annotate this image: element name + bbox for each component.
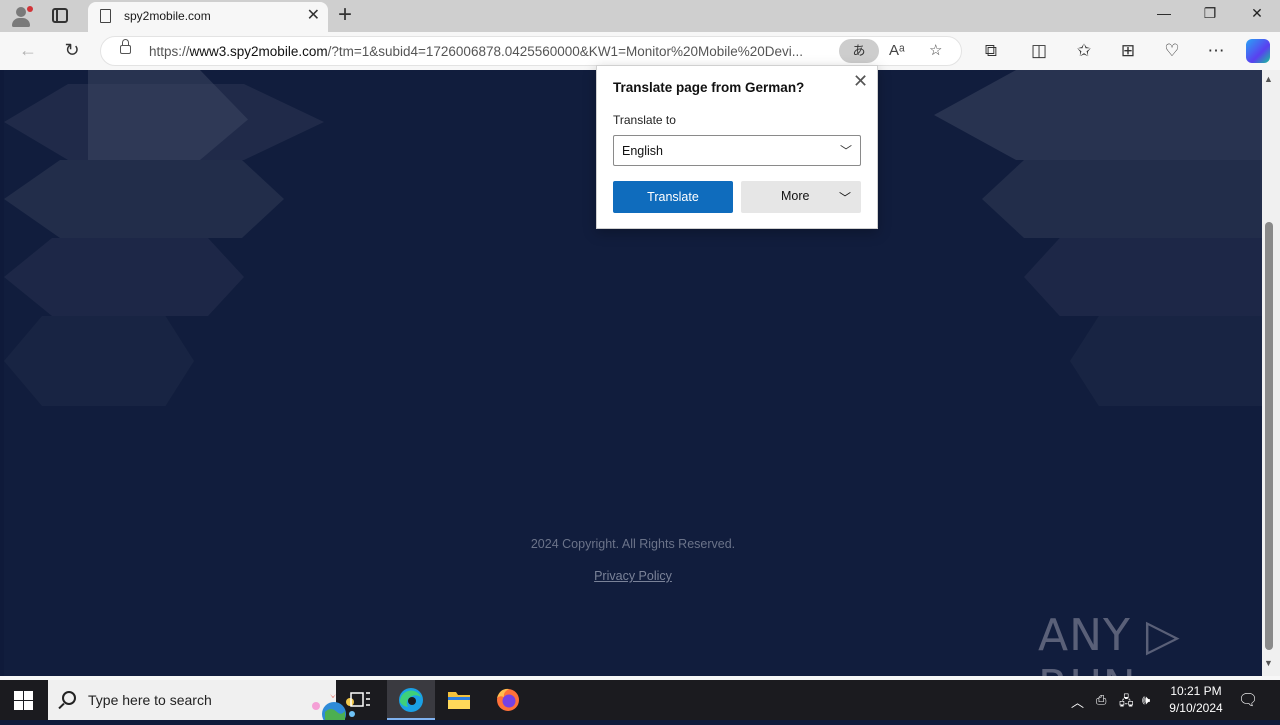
edge-icon[interactable] [387,680,435,720]
background-shape [934,70,1262,160]
minimize-button[interactable]: — [1141,5,1187,21]
anyrun-watermark: ANY ▷ RUN [1038,610,1181,676]
tab-close-icon[interactable]: ✕ [307,7,320,25]
clock[interactable]: 10:21 PM 9/10/2024 [1160,683,1232,717]
firefox-icon[interactable] [484,680,532,720]
clock-date: 9/10/2024 [1169,701,1223,715]
task-view-icon[interactable] [336,680,384,720]
language-select[interactable]: English ﹀ [613,135,861,166]
tab-title: spy2mobile.com [124,9,211,23]
clock-time: 10:21 PM [1170,684,1222,698]
more-icon[interactable]: ⋯ [1203,41,1229,61]
popup-title: Translate page from German? [613,80,805,95]
scroll-thumb[interactable] [1265,222,1273,650]
windows-start-icon[interactable] [14,691,33,710]
copyright-text: 2024 Copyright. All Rights Reserved. [530,537,736,551]
favorites-icon[interactable]: ✩ [1071,41,1097,61]
meet-now-icon[interactable]: ⎙ [1096,692,1106,708]
search-icon [62,691,76,705]
translate-to-label: Translate to [613,113,676,127]
more-button-label: More [781,189,810,203]
taskbar: Type here to search ︿ ⎙ 🖧 🕪 10:21 PM 9/1… [0,680,1280,720]
extensions-icon[interactable]: ⧉ [978,41,1004,61]
translate-icon[interactable]: あ [839,39,879,63]
split-screen-icon[interactable]: ◫ [1026,41,1052,61]
new-tab-button[interactable]: + [338,2,352,28]
chevron-down-icon: ﹀ [839,191,852,205]
background-shape [1024,238,1262,316]
profile-icon[interactable] [8,4,36,28]
background-shape [982,160,1262,238]
translate-popup: Translate page from German? ✕ Translate … [596,65,878,229]
selected-language: English [622,144,663,158]
favorite-icon[interactable]: ☆ [929,42,942,60]
url-text[interactable]: https://www3.spy2mobile.com/?tm=1&subid4… [149,44,839,59]
collections-icon[interactable]: ⊞ [1115,41,1141,61]
background-shape [4,238,244,316]
restore-button[interactable]: ❐ [1187,5,1233,22]
read-aloud-icon[interactable]: A︎ᵃ [889,42,905,60]
copilot-icon[interactable] [1246,39,1270,63]
translate-button[interactable]: Translate [613,181,733,213]
browser-essentials-icon[interactable]: ♡ [1159,41,1185,61]
title-bar: spy2mobile.com ✕ + — ❐ ✕ [0,0,1280,32]
background-shape [4,84,324,160]
chevron-down-icon: ﹀ [840,144,853,158]
lock-icon[interactable] [120,39,131,54]
tab-actions-icon[interactable] [52,8,68,23]
scroll-down-icon[interactable]: ▼ [1264,658,1273,668]
close-icon[interactable]: ✕ [853,72,868,90]
address-bar[interactable]: https://www3.spy2mobile.com/?tm=1&subid4… [100,36,962,66]
refresh-icon[interactable]: ↻ [60,40,84,60]
network-icon[interactable]: 🖧 [1119,692,1134,714]
close-window-button[interactable]: ✕ [1234,5,1280,22]
back-icon[interactable]: ← [16,40,40,60]
volume-icon[interactable]: 🕪 [1142,692,1150,708]
taskbar-search[interactable]: Type here to search [48,680,355,720]
notifications-icon[interactable]: 🗨 [1238,690,1258,710]
browser-tab[interactable]: spy2mobile.com ✕ [88,2,328,32]
show-hidden-icons[interactable]: ︿ [1071,692,1084,711]
more-button[interactable]: More ﹀ [741,181,861,213]
background-shape [4,316,194,406]
search-placeholder: Type here to search [88,692,212,708]
scroll-up-icon[interactable]: ▲ [1264,74,1273,84]
background-shape [1070,316,1262,406]
background-shape [4,160,284,238]
file-explorer-icon[interactable] [435,680,483,720]
page-icon [100,9,111,23]
privacy-policy-link[interactable]: Privacy Policy [4,569,1262,583]
